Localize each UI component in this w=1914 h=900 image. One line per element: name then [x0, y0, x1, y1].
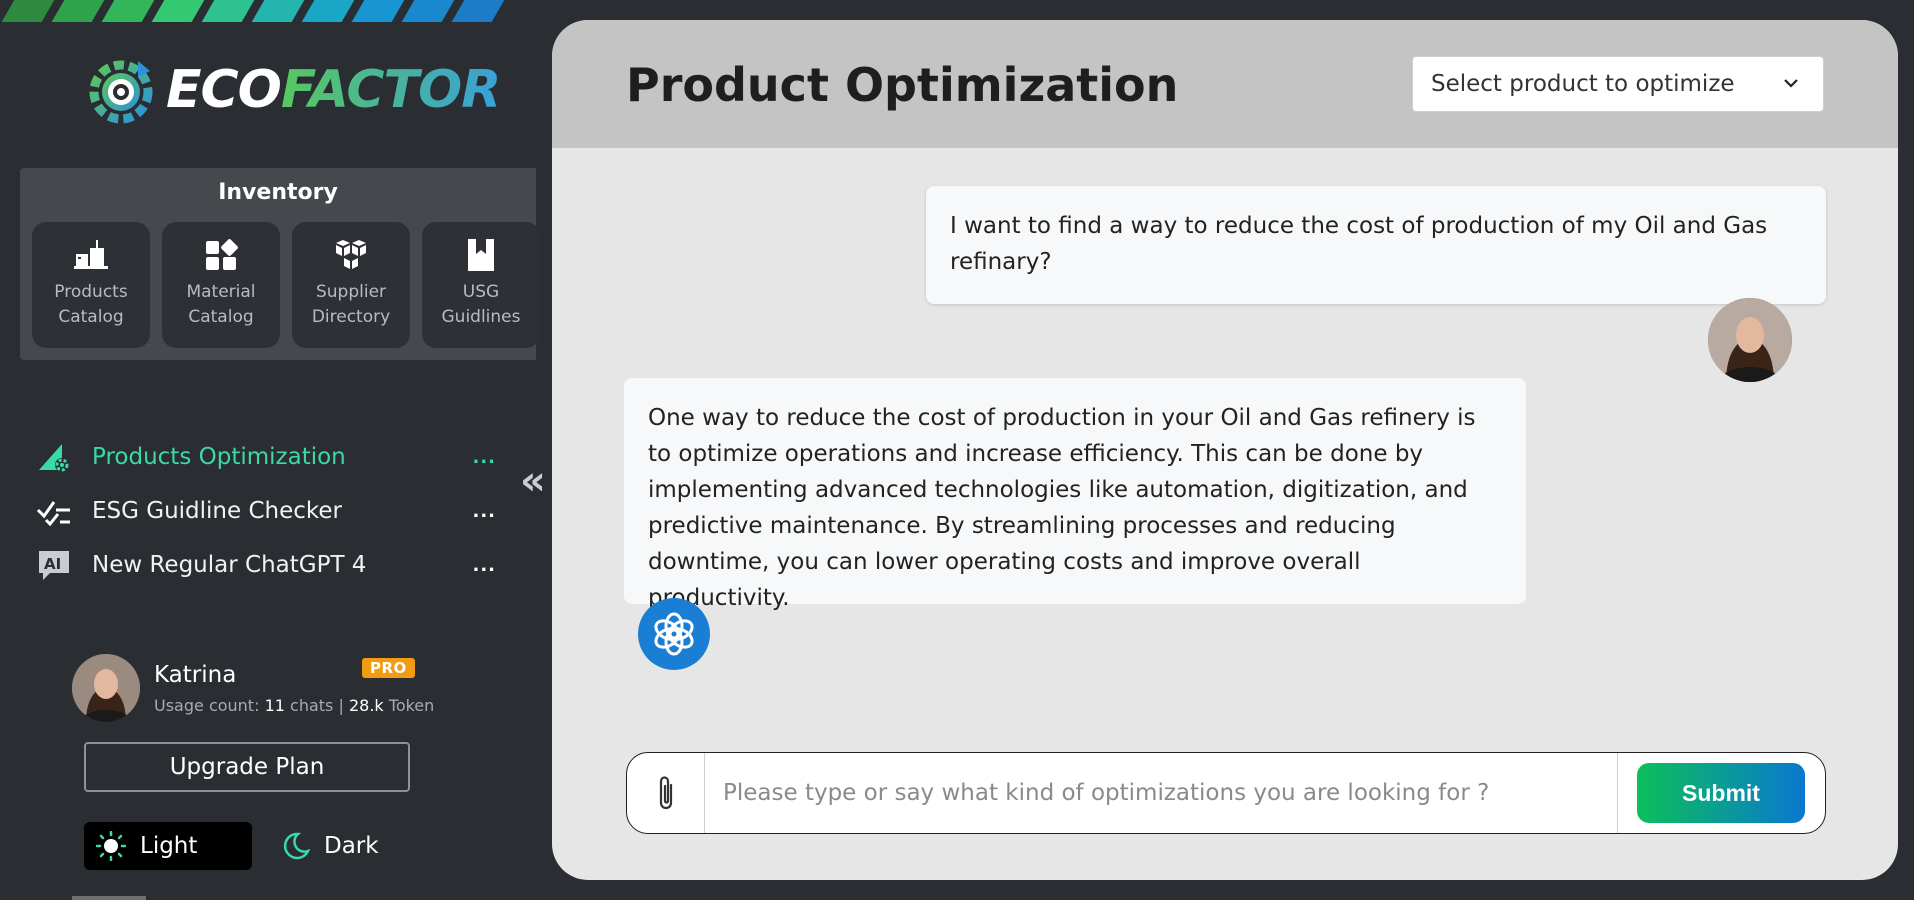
material-catalog-icon	[206, 239, 238, 270]
card-label-line1: USG	[462, 282, 500, 302]
tokens-label: Token	[388, 695, 435, 715]
logo-eco-text: ECO	[166, 60, 282, 120]
usage-prefix: Usage count:	[154, 695, 260, 715]
page-title: Product Optimization	[626, 58, 1179, 112]
message-composer: Submit	[626, 752, 1826, 834]
inventory-cards: Products Catalog Material Catalog Suppli…	[32, 222, 540, 348]
inventory-card-supplier-directory[interactable]: Supplier Directory	[292, 222, 410, 348]
dark-theme-button[interactable]: Dark	[280, 831, 379, 861]
more-options-icon[interactable]: ...	[472, 501, 496, 522]
usage-separator: |	[338, 695, 344, 715]
openai-logo-icon	[638, 598, 710, 670]
chats-label: chats	[290, 695, 334, 715]
more-options-icon[interactable]: ...	[472, 447, 496, 468]
sun-icon	[96, 831, 126, 861]
sidebar: ECOFACTOR Inventory Products Catalog Mat…	[0, 0, 552, 900]
ai-icon: AI	[36, 548, 72, 582]
user-message: I want to find a way to reduce the cost …	[926, 186, 1826, 304]
chevron-down-icon	[1784, 79, 1798, 88]
nav-item-new-regular-chatgpt-4[interactable]: AI New Regular ChatGPT 4 ...	[36, 538, 496, 592]
card-label-line1: Material	[186, 282, 256, 302]
nav-item-esg-guideline-checker[interactable]: ESG Guidline Checker ...	[36, 484, 496, 538]
submit-button[interactable]: Submit	[1637, 763, 1805, 823]
logo-wordmark: ECOFACTOR	[166, 60, 501, 120]
main-header: Product Optimization Select product to o…	[552, 20, 1898, 148]
product-select-value: Select product to optimize	[1431, 71, 1735, 97]
attach-button[interactable]	[627, 753, 705, 833]
inventory-card-label: USG Guidlines	[442, 280, 521, 330]
app-logo[interactable]: ECOFACTOR	[86, 55, 501, 125]
usg-guidelines-icon	[468, 239, 494, 271]
gear-icon	[86, 55, 156, 125]
products-catalog-icon	[74, 240, 108, 269]
sidebar-nav: Products Optimization ... ESG Guidline C…	[36, 430, 496, 592]
nav-item-label: Products Optimization	[92, 444, 346, 470]
card-label-line2: Catalog	[188, 307, 254, 327]
moon-icon	[283, 832, 310, 860]
supplier-directory-icon	[336, 240, 366, 269]
pro-badge: PRO	[362, 658, 415, 678]
composer-divider	[1617, 753, 1618, 833]
user-profile[interactable]: Katrina Usage count: 11 chats | 28.k Tok…	[72, 654, 434, 722]
avatar	[72, 654, 140, 722]
main-panel: Product Optimization Select product to o…	[552, 20, 1898, 880]
inventory-title: Inventory	[218, 180, 338, 205]
paperclip-icon	[659, 776, 672, 810]
card-label-line1: Supplier	[315, 282, 387, 302]
logo-factor-text: FACTOR	[280, 60, 501, 120]
tokens-count: 28.k	[348, 695, 384, 715]
inventory-card-material-catalog[interactable]: Material Catalog	[162, 222, 280, 348]
card-label-line2: Catalog	[58, 307, 124, 327]
upgrade-plan-button[interactable]: Upgrade Plan	[84, 742, 410, 792]
collapse-sidebar-icon[interactable]: «	[520, 458, 546, 504]
assistant-message: One way to reduce the cost of production…	[624, 378, 1526, 611]
user-avatar	[1708, 298, 1792, 382]
card-label-line2: Directory	[311, 307, 391, 327]
svg-text:AI: AI	[44, 555, 61, 573]
inventory-panel: Inventory Products Catalog Material Cata…	[20, 168, 540, 360]
bottom-divider	[72, 896, 146, 900]
nav-item-label: ESG Guidline Checker	[92, 498, 343, 524]
dark-theme-label: Dark	[324, 833, 379, 859]
message-input[interactable]	[723, 773, 1583, 813]
nav-item-products-optimization[interactable]: Products Optimization ...	[36, 430, 496, 484]
more-options-icon[interactable]: ...	[472, 555, 496, 576]
optimization-icon	[36, 440, 72, 474]
inventory-card-label: Material Catalog	[186, 280, 255, 330]
light-theme-label: Light	[140, 833, 198, 859]
inventory-card-products-catalog[interactable]: Products Catalog	[32, 222, 150, 348]
chats-count: 11	[264, 695, 285, 715]
checklist-icon	[36, 494, 72, 528]
theme-toggle: Light Dark	[84, 822, 379, 870]
usage-count: Usage count: 11 chats | 28.k Token	[154, 696, 434, 715]
inventory-card-label: Supplier Directory	[312, 280, 390, 330]
card-label-line2: Guidlines	[441, 307, 521, 327]
card-label-line1: Products	[54, 282, 128, 302]
nav-item-label: New Regular ChatGPT 4	[92, 552, 367, 578]
product-select-dropdown[interactable]: Select product to optimize	[1412, 56, 1824, 112]
inventory-card-label: Products Catalog	[54, 280, 127, 330]
inventory-card-usg-guidelines[interactable]: USG Guidlines	[422, 222, 540, 348]
light-theme-button[interactable]: Light	[84, 822, 252, 870]
